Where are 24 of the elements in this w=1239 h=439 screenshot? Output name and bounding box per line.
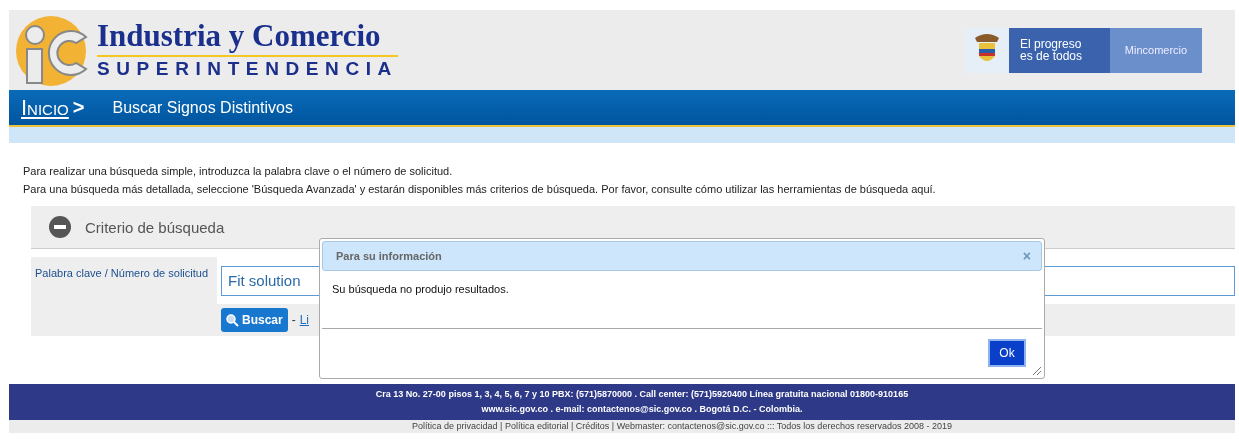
search-button[interactable]: Buscar [221, 308, 288, 332]
criteria-title: Criterio de búsqueda [85, 218, 225, 236]
ok-button[interactable]: Ok [988, 338, 1026, 367]
brand-subtitle: SUPERINTENDENCIA [97, 56, 398, 81]
clear-link[interactable]: Li [299, 313, 310, 327]
ministry-label: Mincomercio [1110, 27, 1202, 73]
brand-title: Industria y Comercio [97, 19, 398, 57]
field-label: Palabra clave / Número de solicitud [35, 267, 209, 279]
contact-text: www.sic.gov.co . e-mail: contactenos@sic.gov.co . Bogotá D.C. - Colombia. [481, 403, 803, 416]
legal-text: Política de privacidad | Política editorial | Créditos | Webmaster: contactenos@sic.gov.co ::: Todos los derechos reservados 2008 - 2019 [412, 420, 952, 433]
collapse-icon[interactable] [49, 216, 71, 238]
page-title: Buscar Signos Distintivos [112, 98, 293, 117]
coat-of-arms-icon [965, 27, 1009, 73]
separator-text: - [291, 313, 296, 327]
address-text: Cra 13 No. 27-00 pisos 1, 3, 4, 5, 6, 7 y 10 PBX: (571)5870000 . Call center: (571)5920400 Línea gratuita nacional 01800-910165 [375, 388, 909, 401]
instruction-text: Para realizar una búsqueda simple, introduzca la palabra clave o el número de solicitud. [23, 164, 454, 179]
slogan-banner: El progreso es de todos [1009, 27, 1110, 73]
breadcrumb-separator: > [72, 96, 85, 119]
instruction-text: Para una búsqueda más detallada, seleccione 'Búsqueda Avanzada' y estarán disponibles más criterios de búsqueda. Por favor, consulte cómo utilizar las herramientas de búsqueda aquí. [23, 182, 937, 197]
dialog-title: Para su información [336, 250, 442, 262]
dialog-message: Su búsqueda no produjo resultados. [332, 283, 509, 295]
resize-grip-icon[interactable] [1032, 366, 1042, 376]
search-icon [226, 313, 239, 327]
home-link[interactable]: Inicio [21, 94, 69, 121]
